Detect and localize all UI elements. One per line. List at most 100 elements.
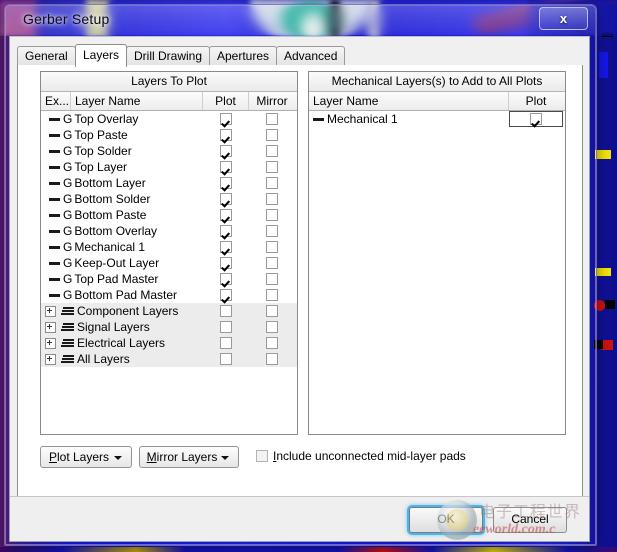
plot-checkbox[interactable] <box>220 273 232 285</box>
table-row[interactable]: G Bottom Solder <box>41 191 297 207</box>
mirror-cell[interactable] <box>249 289 295 301</box>
plot-checkbox[interactable] <box>220 209 232 221</box>
mirror-checkbox[interactable] <box>266 289 278 301</box>
table-row[interactable]: Component Layers <box>41 303 297 319</box>
column-header-mirror[interactable]: Mirror <box>249 92 295 110</box>
mirror-cell[interactable] <box>249 177 295 189</box>
mirror-checkbox[interactable] <box>266 129 278 141</box>
plot-checkbox[interactable] <box>220 321 232 333</box>
layer-name-cell[interactable]: G Keep-Out Layer <box>41 256 203 270</box>
mirror-cell[interactable] <box>249 337 295 349</box>
plot-checkbox[interactable] <box>220 353 232 365</box>
close-icon[interactable]: x <box>539 7 588 30</box>
table-row[interactable]: G Top Solder <box>41 143 297 159</box>
plot-cell[interactable] <box>203 129 249 141</box>
column-header-extra[interactable]: Ex... <box>41 92 71 110</box>
table-row[interactable]: G Top Overlay <box>41 111 297 127</box>
table-row[interactable]: G Bottom Layer <box>41 175 297 191</box>
tab-layers[interactable]: Layers <box>75 44 128 67</box>
column-header-layer-name[interactable]: Layer Name <box>309 92 509 110</box>
expand-plus-icon[interactable] <box>45 305 56 317</box>
table-row[interactable]: G Bottom Paste <box>41 207 297 223</box>
layer-name-cell[interactable]: G Mechanical 1 <box>41 240 203 254</box>
plot-checkbox[interactable] <box>220 177 232 189</box>
mirror-checkbox[interactable] <box>266 177 278 189</box>
title-bar[interactable]: Gerber Setup x <box>5 5 596 35</box>
plot-checkbox[interactable] <box>220 241 232 253</box>
plot-checkbox[interactable] <box>220 257 232 269</box>
mirror-checkbox[interactable] <box>266 337 278 349</box>
layer-name-cell[interactable]: G Bottom Overlay <box>41 224 203 238</box>
table-row[interactable]: G Top Paste <box>41 127 297 143</box>
mirror-checkbox[interactable] <box>266 113 278 125</box>
plot-checkbox[interactable] <box>220 305 232 317</box>
mirror-cell[interactable] <box>249 353 295 365</box>
mirror-cell[interactable] <box>249 161 295 173</box>
cancel-button[interactable]: Cancel <box>493 507 567 533</box>
table-row[interactable]: All Layers <box>41 351 297 367</box>
mirror-checkbox[interactable] <box>266 145 278 157</box>
mirror-cell[interactable] <box>249 129 295 141</box>
mirror-cell[interactable] <box>249 193 295 205</box>
layer-name-cell[interactable]: G Top Layer <box>41 160 203 174</box>
table-row[interactable]: G Top Pad Master <box>41 271 297 287</box>
mirror-cell[interactable] <box>249 321 295 333</box>
plot-cell[interactable] <box>203 113 249 125</box>
mirror-cell[interactable] <box>249 273 295 285</box>
plot-cell[interactable] <box>203 353 249 365</box>
tab-apertures[interactable]: Apertures <box>209 46 278 66</box>
plot-cell[interactable] <box>203 193 249 205</box>
mirror-checkbox[interactable] <box>266 193 278 205</box>
mirror-layers-button[interactable]: Mirror Layers <box>139 446 239 468</box>
layer-name-cell[interactable]: G Top Solder <box>41 144 203 158</box>
tab-general[interactable]: General <box>17 46 76 66</box>
column-header-plot[interactable]: Plot <box>203 92 249 110</box>
layer-name-cell[interactable]: All Layers <box>41 352 203 366</box>
plot-cell[interactable] <box>203 241 249 253</box>
tab-advanced[interactable]: Advanced <box>276 46 346 66</box>
mirror-checkbox[interactable] <box>266 241 278 253</box>
layer-name-cell[interactable]: Component Layers <box>41 304 203 318</box>
plot-cell[interactable] <box>203 177 249 189</box>
plot-checkbox[interactable] <box>220 225 232 237</box>
layer-name-cell[interactable]: G Top Paste <box>41 128 203 142</box>
mirror-cell[interactable] <box>249 209 295 221</box>
plot-cell[interactable] <box>203 225 249 237</box>
mirror-cell[interactable] <box>249 305 295 317</box>
mirror-checkbox[interactable] <box>266 353 278 365</box>
plot-cell[interactable] <box>203 305 249 317</box>
plot-cell[interactable] <box>509 111 563 127</box>
layer-name-cell[interactable]: G Top Pad Master <box>41 272 203 286</box>
layer-name-cell[interactable]: G Bottom Paste <box>41 208 203 222</box>
column-header-plot[interactable]: Plot <box>509 92 563 110</box>
mirror-cell[interactable] <box>249 241 295 253</box>
layer-name-cell[interactable]: Signal Layers <box>41 320 203 334</box>
mirror-checkbox[interactable] <box>266 273 278 285</box>
plot-cell[interactable] <box>203 337 249 349</box>
plot-cell[interactable] <box>203 145 249 157</box>
mirror-cell[interactable] <box>249 113 295 125</box>
mirror-checkbox[interactable] <box>266 321 278 333</box>
table-row[interactable]: G Top Layer <box>41 159 297 175</box>
table-row[interactable]: G Bottom Overlay <box>41 223 297 239</box>
expand-plus-icon[interactable] <box>45 321 56 333</box>
layer-name-cell[interactable]: G Bottom Solder <box>41 192 203 206</box>
mirror-checkbox[interactable] <box>266 161 278 173</box>
column-header-layer-name[interactable]: Layer Name <box>71 92 203 110</box>
plot-checkbox[interactable] <box>220 145 232 157</box>
plot-checkbox[interactable] <box>220 337 232 349</box>
plot-checkbox[interactable] <box>220 193 232 205</box>
table-row[interactable]: G Keep-Out Layer <box>41 255 297 271</box>
table-row[interactable]: G Bottom Pad Master <box>41 287 297 303</box>
mirror-cell[interactable] <box>249 257 295 269</box>
plot-cell[interactable] <box>203 209 249 221</box>
plot-checkbox[interactable] <box>220 113 232 125</box>
table-row[interactable]: Electrical Layers <box>41 335 297 351</box>
expand-plus-icon[interactable] <box>45 337 56 349</box>
mirror-checkbox[interactable] <box>266 305 278 317</box>
plot-cell[interactable] <box>203 289 249 301</box>
layer-name-cell[interactable]: G Top Overlay <box>41 112 203 126</box>
layer-name-cell[interactable]: G Bottom Pad Master <box>41 288 203 302</box>
tab-drill-drawing[interactable]: Drill Drawing <box>126 46 211 66</box>
layer-name-cell[interactable]: Mechanical 1 <box>309 112 509 126</box>
